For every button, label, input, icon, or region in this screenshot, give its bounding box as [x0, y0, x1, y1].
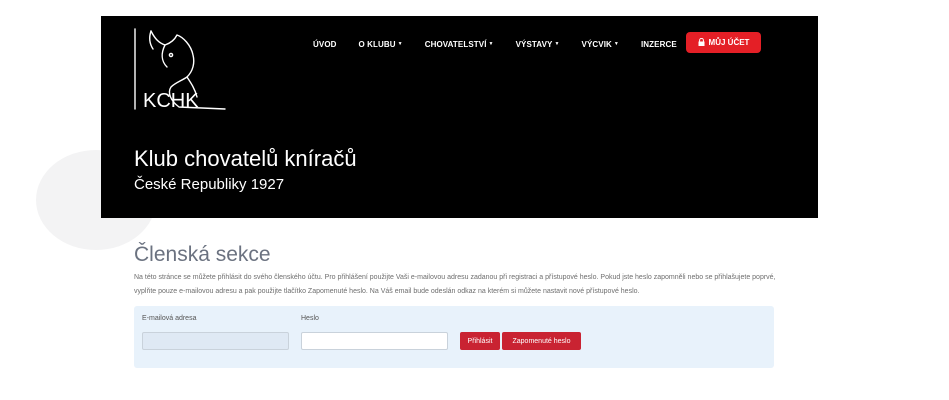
hero-header: KCHK ÚVOD O KLUBU ▼ CHOVATELSTVÍ ▼ VÝSTAVY…	[101, 16, 818, 218]
password-field[interactable]	[301, 332, 448, 350]
section-title: Členská sekce	[134, 243, 271, 266]
email-field[interactable]	[142, 332, 289, 350]
caret-down-icon: ▼	[488, 41, 494, 47]
nav-item-chovatelstvi[interactable]: CHOVATELSTVÍ ▼	[425, 40, 494, 49]
logo-text: KCHK	[143, 90, 199, 112]
caret-down-icon: ▼	[613, 41, 619, 47]
my-account-label: MŮJ ÚČET	[708, 38, 750, 47]
main-nav: ÚVOD O KLUBU ▼ CHOVATELSTVÍ ▼ VÝSTAVY ▼ VÝC…	[313, 33, 699, 55]
hero-title: Klub chovatelů kníračů	[134, 146, 357, 171]
page: KCHK ÚVOD O KLUBU ▼ CHOVATELSTVÍ ▼ VÝSTAVY…	[0, 0, 949, 400]
my-account-button[interactable]: MŮJ ÚČET	[686, 32, 761, 53]
nav-item-inzerce[interactable]: INZERCE	[641, 40, 677, 49]
nav-item-o-klubu[interactable]: O KLUBU ▼	[359, 40, 403, 49]
intro-text: Na této stránce se můžete přihlásit do s…	[134, 274, 776, 295]
password-label: Heslo	[301, 315, 319, 322]
forgot-password-button[interactable]: Zapomenuté heslo	[502, 332, 581, 350]
login-button[interactable]: Přihlásit	[460, 332, 500, 350]
nav-item-uvod[interactable]: ÚVOD	[313, 40, 337, 49]
login-form: E-mailová adresa Heslo Přihlásit Zapomen…	[134, 306, 774, 368]
nav-item-vystavy[interactable]: VÝSTAVY ▼	[516, 40, 560, 49]
nav-item-vycvik[interactable]: VÝCVIK ▼	[582, 40, 619, 49]
caret-down-icon: ▼	[397, 41, 403, 47]
hero-subtitle: České Republiky 1927	[134, 176, 285, 193]
club-logo[interactable]: KCHK	[131, 27, 231, 113]
caret-down-icon: ▼	[554, 41, 560, 47]
lock-icon	[698, 37, 705, 48]
email-label: E-mailová adresa	[142, 315, 197, 322]
dog-logo-icon: KCHK	[134, 28, 226, 112]
